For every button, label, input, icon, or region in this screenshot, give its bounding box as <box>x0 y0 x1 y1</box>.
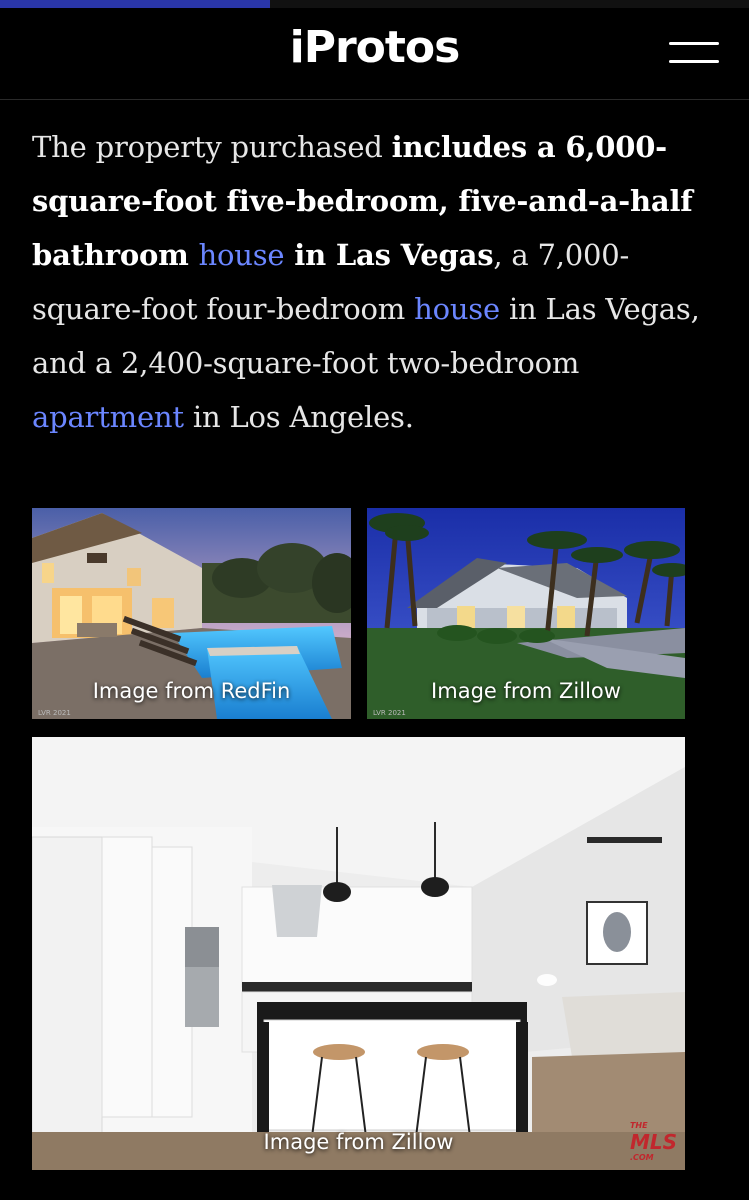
property-image-zillow-2[interactable]: THE MLS .COM Image from Zillow <box>32 737 685 1170</box>
bold-segment: in Las Vegas <box>284 238 494 272</box>
mls-logo-top: THE <box>629 1121 648 1130</box>
kitchen-interior-photo <box>32 737 685 1170</box>
mls-logo-sub: .COM <box>629 1153 654 1162</box>
house-link-2[interactable]: house <box>414 292 500 326</box>
image-watermark: LVR 2021 <box>373 709 406 717</box>
image-caption: Image from RedFin <box>92 679 291 703</box>
image-caption: Image from Zillow <box>431 679 621 703</box>
hamburger-menu-icon[interactable] <box>669 42 719 64</box>
house-link-1[interactable]: house <box>199 238 285 272</box>
article-paragraph: The property purchased includes a 6,000-… <box>32 120 712 444</box>
site-header: iProtos <box>0 8 749 100</box>
reading-progress-fill <box>0 0 270 8</box>
reading-progress-bar <box>0 0 749 8</box>
menu-line-bottom <box>669 60 719 63</box>
apartment-link[interactable]: apartment <box>32 400 184 434</box>
image-caption: Image from Zillow <box>263 1130 454 1154</box>
menu-line-top <box>669 42 719 45</box>
property-image-redfin[interactable]: LVR 2021 Image from RedFin <box>32 508 351 719</box>
site-logo[interactable]: iProtos <box>0 22 749 73</box>
image-watermark: LVR 2021 <box>38 709 71 717</box>
property-image-zillow-1[interactable]: LVR 2021 Image from Zillow <box>367 508 685 719</box>
text-segment: in Los Angeles. <box>183 400 414 434</box>
text-segment: The property purchased <box>32 130 392 164</box>
